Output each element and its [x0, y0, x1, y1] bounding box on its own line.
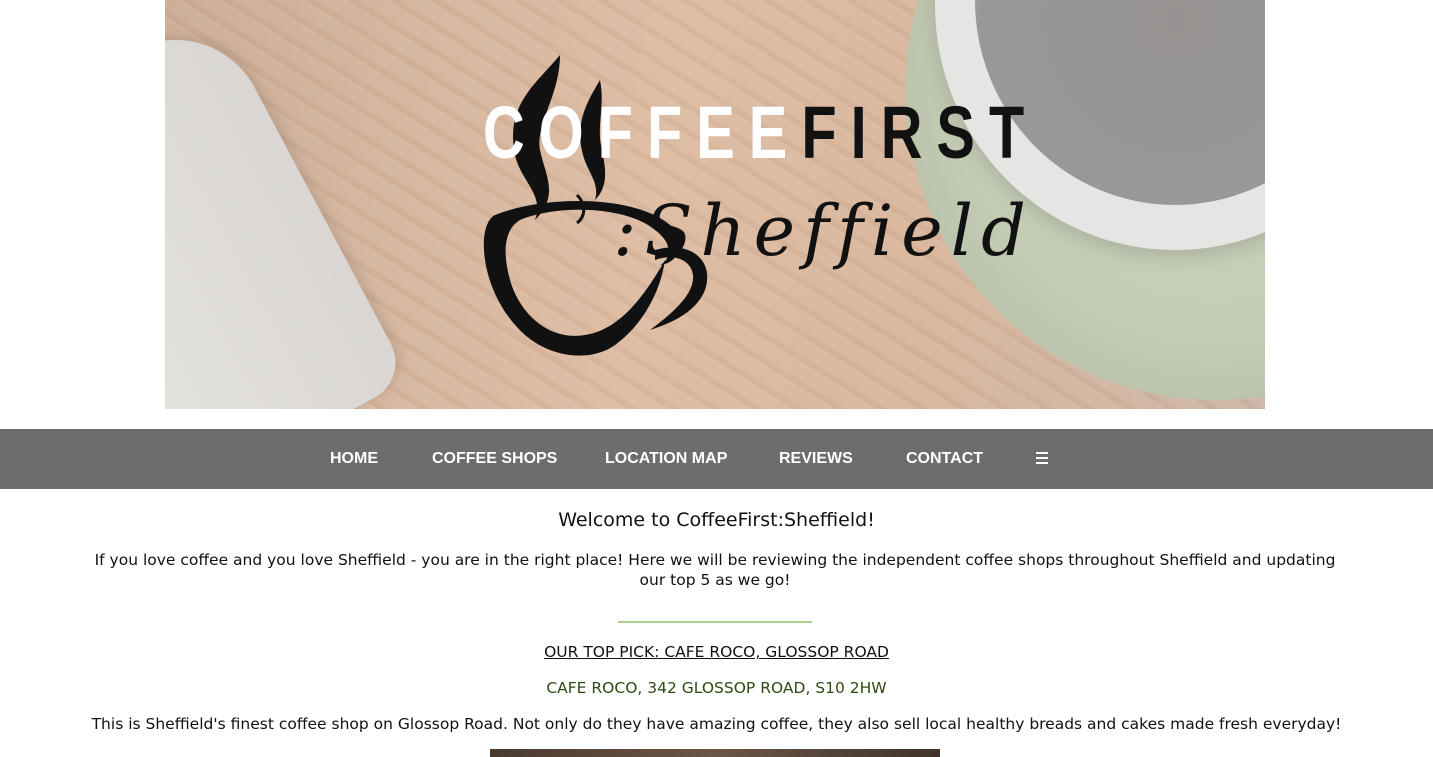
- nav-item-home[interactable]: HOME: [330, 429, 378, 489]
- logo-title-first: FIRST: [801, 91, 1039, 174]
- menu-bar-3: [1036, 462, 1048, 464]
- header-banner: COFFEEFIRST :Sheffield: [165, 0, 1265, 409]
- top-pick-heading[interactable]: OUR TOP PICK: CAFE ROCO, GLOSSOP ROAD: [0, 643, 1433, 661]
- main-nav: HOME COFFEE SHOPS LOCATION MAP REVIEWS C…: [0, 429, 1433, 489]
- page-title: Welcome to CoffeeFirst:Sheffield!: [558, 509, 875, 531]
- shop-description: This is Sheffield's finest coffee shop o…: [91, 715, 1342, 733]
- menu-bar-2: [1036, 457, 1048, 459]
- shop-address: CAFE ROCO, 342 GLOSSOP ROAD, S10 2HW: [546, 679, 887, 697]
- nav-item-reviews[interactable]: REVIEWS: [779, 429, 853, 489]
- intro-text: If you love coffee and you love Sheffiel…: [94, 551, 1336, 589]
- site-logo-title: COFFEEFIRST: [483, 96, 1038, 170]
- nav-item-contact[interactable]: CONTACT: [906, 429, 983, 489]
- hamburger-menu-icon[interactable]: [1036, 452, 1048, 466]
- shop-photo: [490, 749, 940, 757]
- logo-title-coffee: COFFEE: [483, 91, 802, 174]
- nav-item-location-map[interactable]: LOCATION MAP: [605, 429, 727, 489]
- section-divider: [618, 621, 812, 623]
- nav-item-coffee-shops[interactable]: COFFEE SHOPS: [432, 429, 557, 489]
- site-logo-subtitle: :Sheffield: [613, 190, 1034, 272]
- menu-bar-1: [1036, 452, 1048, 454]
